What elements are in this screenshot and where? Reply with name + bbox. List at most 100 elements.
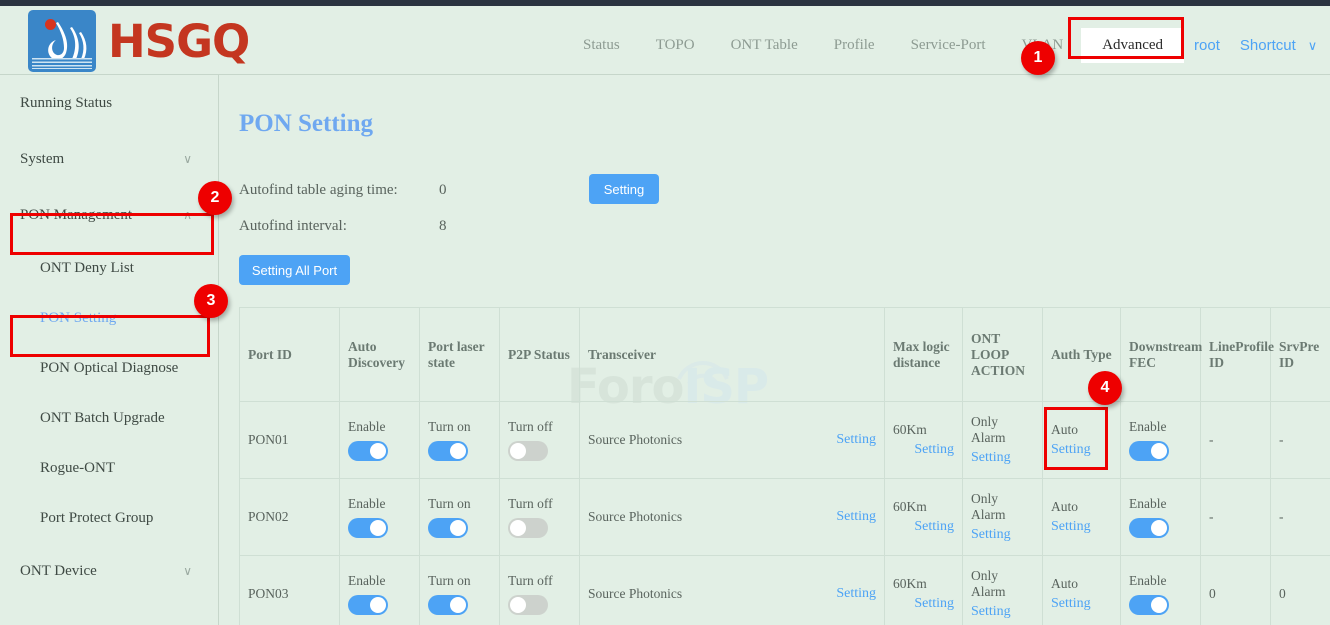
p2p-status-label: Turn off [508,496,553,512]
downstream-fec-toggle[interactable] [1129,518,1169,538]
sidebar-item-pon-management[interactable]: PON Management ∧ [0,187,218,243]
nav-tab-topo[interactable]: TOPO [638,30,713,61]
transceiver-setting-link[interactable]: Setting [836,432,876,448]
port-laser-state-toggle[interactable] [428,518,468,538]
pon-settings-table: Port ID Auto Discovery Port laser state … [239,307,1330,625]
sidebar-item-rogue-ont[interactable]: Rogue-ONT [0,443,218,493]
port-laser-state-label: Turn on [428,573,471,589]
sidebar-item-ont-batch-upgrade[interactable]: ONT Batch Upgrade [0,393,218,443]
port-laser-state-toggle[interactable] [428,441,468,461]
p2p-status-label: Turn off [508,573,553,589]
cell-ont-loop-action: Only Alarm Setting [963,479,1043,556]
chevron-down-icon: ∨ [183,152,192,166]
cell-auth-type: Auto Setting [1043,479,1121,556]
setting-all-port-button[interactable]: Setting All Port [239,255,350,285]
sidebar-item-label: System [20,151,64,168]
max-logic-distance-setting-link[interactable]: Setting [893,596,954,612]
sidebar-item-running-status[interactable]: Running Status [0,75,218,131]
cell-srv-pre-id: - [1271,479,1330,556]
max-logic-distance-setting-link[interactable]: Setting [893,519,954,535]
p2p-status-toggle[interactable] [508,595,548,615]
annotation-badge-4: 4 [1088,371,1122,405]
shortcut-menu[interactable]: Shortcut ∨ [1230,30,1327,61]
sidebar-item-pon-optical-diagnose[interactable]: PON Optical Diagnose [0,343,218,393]
cell-downstream-fec: Enable [1121,556,1201,625]
auth-type-setting-link[interactable]: Setting [1051,442,1091,458]
max-logic-distance-setting-link[interactable]: Setting [893,442,954,458]
chevron-up-icon: ∧ [183,208,192,222]
max-logic-distance-value: 60Km [893,576,927,592]
p2p-status-toggle[interactable] [508,518,548,538]
cell-auto-discovery: Enable [340,402,420,479]
cell-port-id: PON01 [240,402,340,479]
downstream-fec-label: Enable [1129,419,1166,435]
sidebar-item-ont-deny-list[interactable]: ONT Deny List [0,243,218,293]
cell-ont-loop-action: Only Alarm Setting [963,556,1043,625]
nav-tab-service-port[interactable]: Service-Port [893,30,1004,61]
sidebar-item-label: Port Protect Group [40,510,153,527]
sidebar-item-pon-setting[interactable]: PON Setting [0,293,218,343]
brand-logo[interactable]: HSGQ [28,10,249,72]
col-header-line-profile-id: LineProfile ID [1201,308,1271,402]
sidebar-item-label: ONT Device [20,563,97,580]
ont-loop-action-setting-link[interactable]: Setting [971,527,1011,543]
cell-downstream-fec: Enable [1121,479,1201,556]
transceiver-setting-link[interactable]: Setting [836,586,876,602]
port-laser-state-label: Turn on [428,419,471,435]
auto-discovery-toggle[interactable] [348,441,388,461]
col-header-transceiver: Transceiver [580,308,885,402]
col-header-downstream-fec: Downstream FEC [1121,308,1201,402]
page-title: PON Setting [239,110,373,138]
auto-discovery-label: Enable [348,419,385,435]
page-header: HSGQ Status TOPO ONT Table Profile Servi… [0,6,1330,74]
sidebar-item-label: PON Management [20,207,132,224]
setting-button[interactable]: Setting [589,174,659,204]
sidebar-item-label: Running Status [20,95,112,112]
user-label-root[interactable]: root [1184,30,1230,61]
ont-loop-action-setting-link[interactable]: Setting [971,604,1011,620]
nav-tab-advanced[interactable]: Advanced [1081,28,1184,63]
max-logic-distance-value: 60Km [893,422,927,438]
sidebar-item-system[interactable]: System ∨ [0,131,218,187]
cell-transceiver: Source Photonics Setting [580,402,885,479]
cell-p2p-status: Turn off [500,479,580,556]
p2p-status-toggle[interactable] [508,441,548,461]
p2p-status-label: Turn off [508,419,553,435]
sidebar-item-ont-device[interactable]: ONT Device ∨ [0,543,218,599]
table-row: PON02 Enable Turn on [240,479,1330,556]
autofind-aging-time-value: 0 [439,182,447,199]
col-header-srv-pre-id: SrvPre ID [1271,308,1330,402]
cell-p2p-status: Turn off [500,402,580,479]
transceiver-setting-link[interactable]: Setting [836,509,876,525]
sidebar-navigation: Running Status System ∨ PON Management ∧… [0,75,219,625]
hsgq-logo-icon [28,10,96,72]
logo-water-lines [32,58,92,69]
main-navigation: Status TOPO ONT Table Profile Service-Po… [565,28,1327,63]
downstream-fec-toggle[interactable] [1129,441,1169,461]
shortcut-label: Shortcut [1240,37,1296,54]
transceiver-value: Source Photonics [588,509,682,525]
cell-port-id: PON02 [240,479,340,556]
nav-tab-ont-table[interactable]: ONT Table [713,30,816,61]
cell-line-profile-id: - [1201,479,1271,556]
cell-line-profile-id: 0 [1201,556,1271,625]
ont-loop-action-value: Only Alarm [971,491,1034,523]
auto-discovery-toggle[interactable] [348,595,388,615]
nav-tab-profile[interactable]: Profile [816,30,893,61]
chevron-down-icon: ∨ [183,564,192,578]
cell-srv-pre-id: 0 [1271,556,1330,625]
auth-type-setting-link[interactable]: Setting [1051,519,1091,535]
cell-srv-pre-id: - [1271,402,1330,479]
autofind-interval-value: 8 [439,218,447,235]
cell-auth-type: Auto Setting [1043,556,1121,625]
auto-discovery-toggle[interactable] [348,518,388,538]
col-header-auto-discovery: Auto Discovery [340,308,420,402]
sidebar-item-port-protect-group[interactable]: Port Protect Group [0,493,218,543]
ont-loop-action-setting-link[interactable]: Setting [971,450,1011,466]
nav-tab-status[interactable]: Status [565,30,638,61]
port-laser-state-toggle[interactable] [428,595,468,615]
auth-type-setting-link[interactable]: Setting [1051,596,1091,612]
pon-table-wrapper: Port ID Auto Discovery Port laser state … [239,307,1330,625]
downstream-fec-toggle[interactable] [1129,595,1169,615]
cell-port-laser-state: Turn on [420,402,500,479]
